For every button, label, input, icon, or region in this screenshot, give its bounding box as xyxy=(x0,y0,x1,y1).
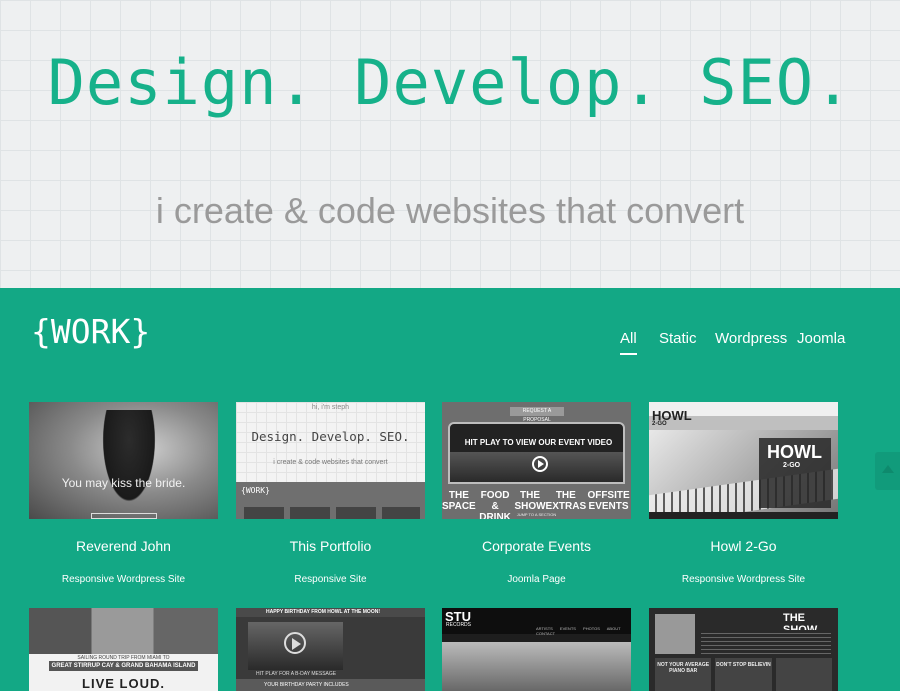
thumb-strip xyxy=(336,507,376,519)
hero-title: Design. Develop. SEO. xyxy=(47,46,853,119)
thumb-body-text xyxy=(701,630,831,654)
filter-static[interactable]: Static xyxy=(659,330,697,347)
thumb-header: HAPPY BIRTHDAY FROM HOWL AT THE MOON! xyxy=(236,608,425,617)
couple-photo xyxy=(99,410,159,510)
thumb-request-button: REQUEST A PROPOSAL xyxy=(510,407,564,423)
thumb-tile: DON'T STOP BELIEVIN xyxy=(715,658,772,691)
project-card-this-portfolio[interactable]: hi, i'm steph Design. Develop. SEO. i cr… xyxy=(236,402,425,585)
thumb-tile: NOT YOUR AVERAGE PIANO BAR xyxy=(655,658,712,691)
thumb-tile xyxy=(775,658,832,691)
project-thumbnail[interactable]: THE SHOW NOT YOUR AVERAGE PIANO BAR DON'… xyxy=(649,608,838,691)
thumb-tiles: NOT YOUR AVERAGE PIANO BAR DON'T STOP BE… xyxy=(655,658,832,691)
filter-all[interactable]: All xyxy=(620,330,637,355)
thumb-overlay-logo: HOWL xyxy=(767,442,822,462)
project-type: Joomla Page xyxy=(507,574,566,585)
thumb-greeting: hi, i'm steph xyxy=(311,404,350,411)
thumb-logo: {WORK} xyxy=(241,486,270,495)
thumb-headline: LIVE LOUD. xyxy=(82,676,165,691)
project-type: Responsive Site xyxy=(294,574,367,585)
hero-subtitle: i create & code websites that convert xyxy=(155,190,745,231)
project-thumbnail[interactable]: SAILING ROUND TRIP FROM MIAMI TO GREAT S… xyxy=(29,608,218,691)
project-title[interactable]: Corporate Events xyxy=(442,538,631,554)
thumb-menu-item: THE EXTRAS xyxy=(545,490,587,512)
thumb-video-label: HIT PLAY TO VIEW OUR EVENT VIDEO xyxy=(464,438,613,447)
thumb-jump-label: JUMP TO A SECTION xyxy=(516,512,557,517)
project-card[interactable]: STU RECORDS ARTISTS EVENTS PHOTOS ABOUT … xyxy=(442,608,631,691)
filter-joomla[interactable]: Joomla xyxy=(797,330,845,347)
hero-section: Design. Develop. SEO. i create & code we… xyxy=(0,0,900,288)
thumb-caption: You may kiss the bride. xyxy=(61,476,186,490)
thumb-strip xyxy=(382,507,420,519)
thumb-turntable xyxy=(442,642,631,691)
project-thumbnail[interactable]: REQUEST A PROPOSAL HIT PLAY TO VIEW OUR … xyxy=(442,402,631,519)
project-thumbnail[interactable]: You may kiss the bride. xyxy=(29,402,218,519)
project-card-corporate-events[interactable]: REQUEST A PROPOSAL HIT PLAY TO VIEW OUR … xyxy=(442,402,631,585)
project-type: Responsive Wordpress Site xyxy=(61,574,186,585)
play-icon xyxy=(532,456,548,472)
filter-wordpress[interactable]: Wordpress xyxy=(715,330,787,347)
thumb-menu-item: FOOD & DRINK xyxy=(479,490,511,519)
thumb-menu-item: OFFSITE EVENTS xyxy=(587,490,630,512)
project-card[interactable]: SAILING ROUND TRIP FROM MIAMI TO GREAT S… xyxy=(29,608,218,691)
thumb-menu-item: THE SHOW xyxy=(514,490,546,512)
project-thumbnail[interactable]: hi, i'm steph Design. Develop. SEO. i cr… xyxy=(236,402,425,519)
project-title[interactable]: This Portfolio xyxy=(236,538,425,554)
thumb-overlay-sub: 2-GO xyxy=(783,462,801,469)
thumb-subtitle: i create & code websites that convert xyxy=(273,459,388,466)
project-thumbnail[interactable]: HAPPY BIRTHDAY FROM HOWL AT THE MOON! HI… xyxy=(236,608,425,691)
filter-bar: All Static Wordpress Joomla xyxy=(0,330,900,360)
thumb-logo-sub: 2-GO xyxy=(652,421,667,427)
thumb-footer xyxy=(649,512,838,519)
thumb-nav: ARTISTS EVENTS PHOTOS ABOUT CONTACT xyxy=(536,626,621,636)
thumb-title: Design. Develop. SEO. xyxy=(251,429,410,444)
thumb-menu: THE SPACE FOOD & DRINK THE SHOW THE EXTR… xyxy=(442,490,631,519)
thumb-band: GREAT STIRRUP CAY & GRAND BAHAMA ISLAND xyxy=(49,661,198,671)
thumb-video-screen: HIT PLAY TO VIEW OUR EVENT VIDEO xyxy=(448,422,625,484)
project-card-reverend-john[interactable]: You may kiss the bride. Reverend John Re… xyxy=(29,402,218,585)
scroll-to-top-button[interactable] xyxy=(875,452,900,490)
project-thumbnail[interactable]: STU RECORDS ARTISTS EVENTS PHOTOS ABOUT … xyxy=(442,608,631,691)
project-thumbnail[interactable]: HOWL 2-GO HOWL 2-GO xyxy=(649,402,838,519)
project-card[interactable]: THE SHOW NOT YOUR AVERAGE PIANO BAR DON'… xyxy=(649,608,838,691)
thumb-strip xyxy=(290,507,330,519)
thumb-strip xyxy=(244,507,284,519)
thumb-photos xyxy=(29,608,218,654)
project-card-howl-2-go[interactable]: HOWL 2-GO HOWL 2-GO Howl 2-Go Responsive… xyxy=(649,402,838,585)
project-card[interactable]: HAPPY BIRTHDAY FROM HOWL AT THE MOON! HI… xyxy=(236,608,425,691)
project-title[interactable]: Reverend John xyxy=(29,538,218,554)
thumb-logo-sub: RECORDS xyxy=(446,622,472,628)
project-title[interactable]: Howl 2-Go xyxy=(649,538,838,554)
play-icon xyxy=(284,632,306,654)
thumb-bar: YOUR BIRTHDAY PARTY INCLUDES xyxy=(236,679,425,691)
thumb-image xyxy=(655,614,695,654)
project-type: Responsive Wordpress Site xyxy=(681,574,806,585)
thumb-caption: HIT PLAY FOR A B-DAY MESSAGE xyxy=(256,671,337,677)
thumb-button xyxy=(91,513,157,519)
thumb-menu-item: THE SPACE xyxy=(442,490,476,512)
work-section: {WORK} All Static Wordpress Joomla You m… xyxy=(0,288,900,691)
